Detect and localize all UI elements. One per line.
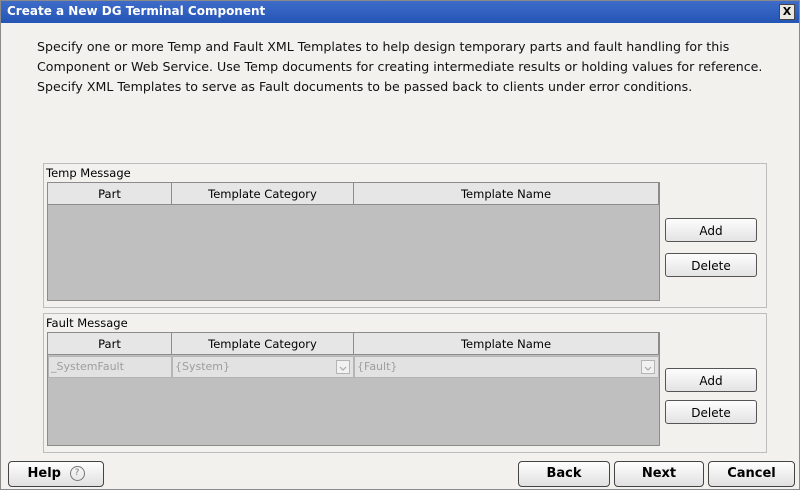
window-title: Create a New DG Terminal Component: [7, 4, 266, 18]
description-text: Specify one or more Temp and Fault XML T…: [37, 39, 763, 94]
next-button[interactable]: Next: [614, 461, 704, 487]
fault-col-template-name[interactable]: Template Name: [354, 333, 659, 355]
close-icon[interactable]: X: [779, 4, 795, 20]
help-button-label: Help: [27, 466, 61, 481]
temp-delete-button[interactable]: Delete: [665, 253, 757, 277]
temp-message-grid[interactable]: Part Template Category Template Name: [47, 182, 660, 301]
fault-message-section: Fault Message Part Template Category Tem…: [43, 313, 767, 453]
fault-message-label: Fault Message: [46, 316, 128, 330]
temp-add-button[interactable]: Add: [665, 218, 757, 242]
chevron-down-icon[interactable]: [641, 360, 655, 374]
fault-row-part[interactable]: _SystemFault: [48, 356, 172, 378]
fault-message-grid[interactable]: Part Template Category Template Name _Sy…: [47, 332, 660, 446]
dialog-window: Create a New DG Terminal Component X Spe…: [0, 0, 800, 490]
temp-col-template-name[interactable]: Template Name: [354, 183, 659, 205]
title-bar[interactable]: Create a New DG Terminal Component X: [1, 1, 799, 23]
help-button[interactable]: Help ?: [8, 461, 104, 487]
cancel-button[interactable]: Cancel: [708, 461, 795, 487]
fault-col-part[interactable]: Part: [48, 333, 172, 355]
fault-row-category-select[interactable]: {System}: [172, 356, 354, 378]
temp-col-part[interactable]: Part: [48, 183, 172, 205]
fault-row-name-value: {Fault}: [357, 360, 398, 373]
temp-message-label: Temp Message: [46, 166, 131, 180]
temp-col-template-category[interactable]: Template Category: [172, 183, 354, 205]
chevron-down-icon[interactable]: [336, 360, 350, 374]
fault-row-category-value: {System}: [175, 360, 231, 373]
fault-col-template-category[interactable]: Template Category: [172, 333, 354, 355]
temp-message-section: Temp Message Part Template Category Temp…: [43, 163, 767, 308]
fault-row-part-value: _SystemFault: [51, 360, 124, 373]
fault-delete-button[interactable]: Delete: [665, 400, 757, 424]
fault-add-button[interactable]: Add: [665, 368, 757, 392]
fault-row-name-select[interactable]: {Fault}: [354, 356, 659, 378]
help-icon: ?: [69, 466, 85, 481]
back-button[interactable]: Back: [518, 461, 610, 487]
